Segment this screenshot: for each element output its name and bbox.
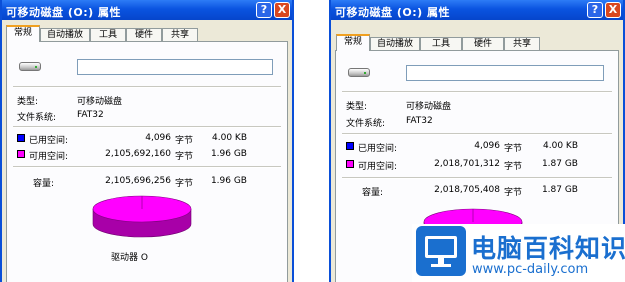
divider	[13, 126, 281, 128]
capacity-size: 1.87 GB	[541, 185, 578, 195]
volume-label-input[interactable]	[77, 59, 273, 75]
general-tab-panel: 类型: 可移动磁盘 文件系统: FAT32 已用空间: 4,096 字节 4.0…	[6, 41, 288, 282]
tab-sharing[interactable]: 共享	[162, 28, 198, 41]
window-title: 可移动磁盘 (O:) 属性	[6, 6, 121, 19]
tab-autoplay[interactable]: 自动播放	[40, 28, 90, 41]
site-logo-icon	[416, 226, 466, 276]
filesystem-label: 文件系统:	[17, 113, 57, 123]
used-space-label: 已用空间:	[358, 144, 398, 154]
help-button[interactable]: ?	[256, 2, 272, 18]
removable-drive-icon	[348, 68, 370, 77]
used-space-unit: 字节	[504, 144, 523, 154]
capacity-unit: 字节	[175, 179, 194, 189]
free-space-swatch	[346, 160, 354, 168]
capacity-label: 容量:	[362, 188, 384, 198]
type-label: 类型:	[346, 102, 368, 112]
free-space-bytes: 2,105,692,160	[105, 149, 171, 159]
capacity-label: 容量:	[33, 179, 55, 189]
divider	[13, 86, 281, 88]
filesystem-label: 文件系统:	[346, 119, 386, 129]
divider	[13, 166, 281, 168]
divider	[342, 133, 612, 135]
tab-tools[interactable]: 工具	[90, 28, 126, 41]
tab-sharing[interactable]: 共享	[504, 37, 540, 50]
capacity-unit: 字节	[504, 188, 523, 198]
free-space-unit: 字节	[504, 162, 523, 172]
watermark-site-name: 电脑百科知识	[471, 234, 625, 263]
free-space-swatch	[17, 150, 25, 158]
tab-hardware[interactable]: 硬件	[462, 37, 504, 50]
tab-tools[interactable]: 工具	[420, 37, 462, 50]
close-button[interactable]: X	[274, 2, 290, 18]
tab-autoplay[interactable]: 自动播放	[370, 37, 420, 50]
capacity-bytes: 2,018,705,408	[434, 185, 500, 195]
used-space-unit: 字节	[175, 136, 194, 146]
type-value: 可移动磁盘	[406, 102, 452, 112]
free-space-size: 1.96 GB	[210, 149, 247, 159]
properties-window-1: 可移动磁盘 (O:) 属性 ? X 常规 自动播放 工具 硬件 共享 类型: 可…	[0, 0, 294, 282]
divider	[342, 91, 612, 93]
free-space-label: 可用空间:	[358, 162, 398, 172]
free-space-bytes: 2,018,701,312	[434, 159, 500, 169]
type-value: 可移动磁盘	[77, 97, 123, 107]
used-space-swatch	[346, 142, 354, 150]
filesystem-value: FAT32	[77, 110, 104, 120]
drive-letter-label: 驱动器 O	[111, 253, 148, 263]
used-space-size: 4.00 KB	[212, 133, 247, 143]
tab-general[interactable]: 常规	[6, 25, 40, 42]
close-button[interactable]: X	[605, 2, 621, 18]
title-bar[interactable]: 可移动磁盘 (O:) 属性 ? X	[331, 0, 623, 20]
help-button[interactable]: ?	[587, 2, 603, 18]
free-space-label: 可用空间:	[29, 152, 69, 162]
capacity-size: 1.96 GB	[210, 176, 247, 186]
capacity-bytes: 2,105,696,256	[105, 176, 171, 186]
used-space-label: 已用空间:	[29, 136, 69, 146]
used-space-bytes: 4,096	[145, 133, 171, 143]
used-space-swatch	[17, 134, 25, 142]
free-space-unit: 字节	[175, 152, 194, 162]
disk-usage-pie	[92, 195, 192, 238]
tab-hardware[interactable]: 硬件	[126, 28, 162, 41]
used-space-bytes: 4,096	[474, 141, 500, 151]
title-bar[interactable]: 可移动磁盘 (O:) 属性 ? X	[2, 0, 292, 20]
removable-drive-icon	[19, 62, 41, 71]
watermark-url: www.pc-daily.com	[472, 262, 589, 277]
volume-label-input[interactable]	[406, 65, 604, 81]
window-title: 可移动磁盘 (O:) 属性	[335, 6, 450, 19]
divider	[342, 177, 612, 179]
type-label: 类型:	[17, 97, 39, 107]
used-space-size: 4.00 KB	[543, 141, 578, 151]
free-space-size: 1.87 GB	[541, 159, 578, 169]
tab-general[interactable]: 常规	[336, 34, 370, 51]
filesystem-value: FAT32	[406, 116, 433, 126]
